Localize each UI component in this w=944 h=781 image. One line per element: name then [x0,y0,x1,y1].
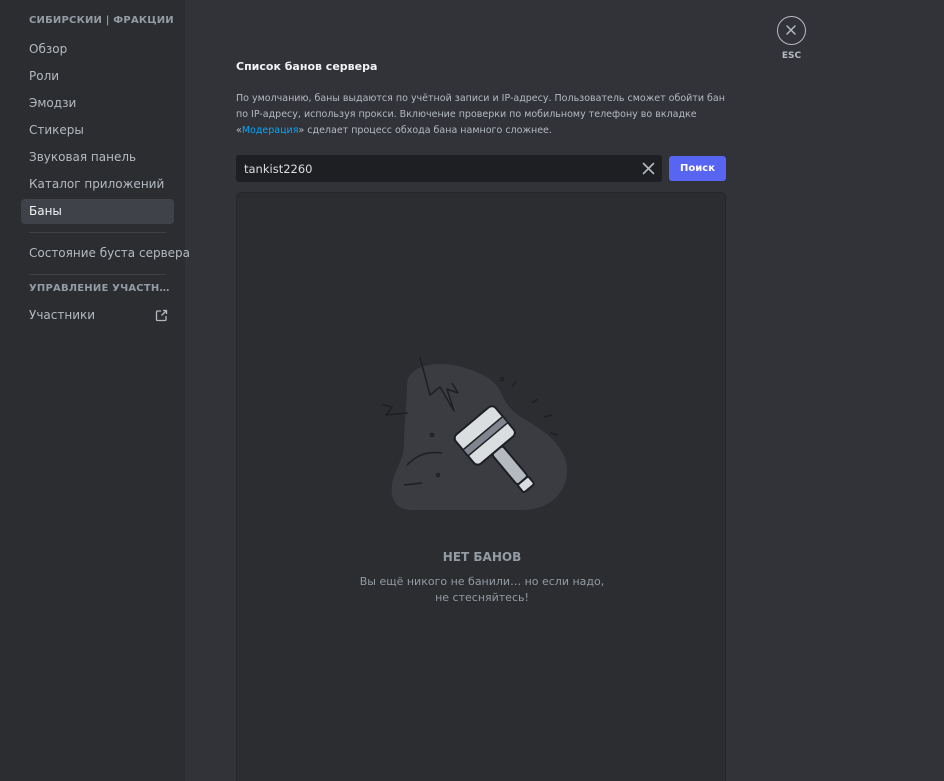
sidebar-item-overview[interactable]: Обзор [21,37,174,62]
sidebar-item-stickers[interactable]: Стикеры [21,118,174,143]
description-part: » сделает процесс обхода бана намного сл… [298,125,552,136]
sidebar-item-members[interactable]: Участники [21,303,174,328]
empty-state-title: НЕТ БАНОВ [442,550,522,564]
search-button[interactable]: Поиск [669,156,726,181]
description-text: По умолчанию, баны выдаются по учётной з… [236,91,726,139]
close-button[interactable] [777,16,806,45]
sidebar-item-server-boost[interactable]: Состояние буста сервера [21,241,190,266]
server-name-header: СИБИРСКИЙ | ФРАКЦИИ [29,15,174,26]
sidebar-item-bans[interactable]: Баны [21,199,174,224]
ban-list-panel: НЕТ БАНОВ Вы ещё никого не банили… но ес… [236,192,726,781]
sidebar-item-label: Участники [29,308,96,322]
sidebar-item-emoji[interactable]: Эмодзи [21,91,174,116]
clear-icon[interactable] [641,161,656,176]
sidebar-item-roles[interactable]: Роли [21,64,174,89]
external-link-icon [155,309,168,322]
main-content: Список банов сервера По умолчанию, баны … [185,0,944,781]
moderation-link[interactable]: Модерация [242,125,299,136]
settings-sidebar: СИБИРСКИЙ | ФРАКЦИИ Обзор Роли Эмодзи Ст… [0,0,190,781]
page-title: Список банов сервера [236,60,378,73]
ban-search-input[interactable] [236,155,632,182]
ban-hammer-illustration [382,356,567,510]
close-area: ESC [777,16,806,61]
ban-search-box [236,155,662,182]
sidebar-item-soundboard[interactable]: Звуковая панель [21,145,174,170]
sidebar-item-app-directory[interactable]: Каталог приложений [21,172,174,197]
close-icon [786,25,796,35]
members-section-header: УПРАВЛЕНИЕ УЧАСТНИКА... [29,283,174,294]
empty-state-text: Вы ещё никого не банили… но если надо, н… [359,575,605,604]
esc-label: ESC [781,51,802,61]
sidebar-divider [29,274,166,275]
sidebar-divider [29,232,166,233]
